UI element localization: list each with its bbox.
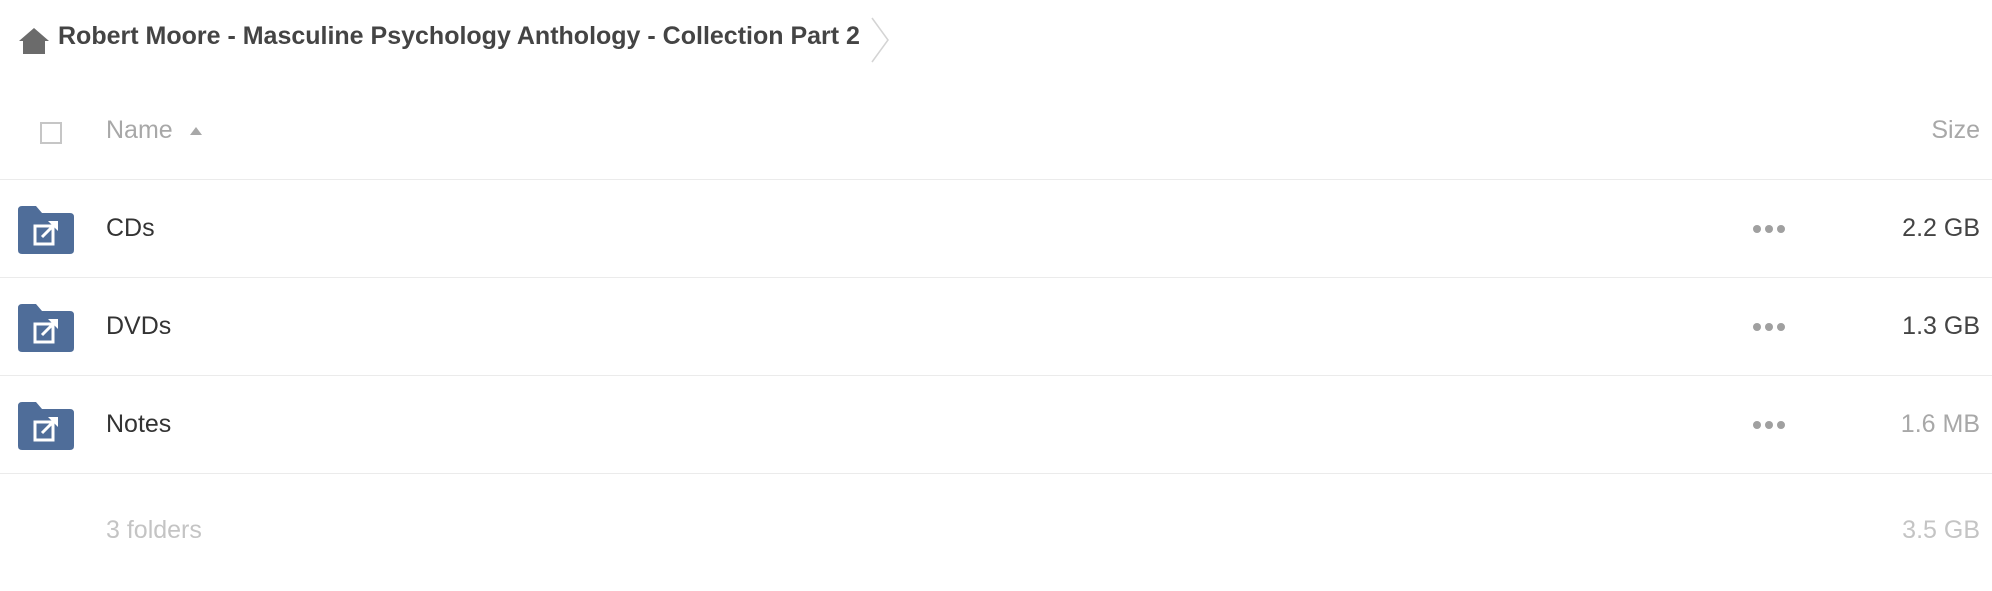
row-name[interactable]: DVDs	[106, 312, 171, 341]
row-name[interactable]: CDs	[106, 214, 155, 243]
shared-folder-icon	[18, 304, 74, 352]
more-icon[interactable]	[1752, 222, 1786, 236]
total-size: 3.5 GB	[1902, 516, 1980, 544]
home-icon[interactable]	[18, 26, 50, 56]
more-icon[interactable]	[1752, 418, 1786, 432]
row-size: 1.3 GB	[1902, 312, 1980, 340]
sort-ascending-icon[interactable]	[189, 126, 203, 136]
table-row[interactable]: Notes 1.6 MB	[0, 376, 1992, 474]
shared-folder-icon	[18, 206, 74, 254]
row-size: 1.6 MB	[1900, 410, 1980, 438]
table-row[interactable]: DVDs 1.3 GB	[0, 278, 1992, 376]
breadcrumb-current-folder[interactable]: Robert Moore - Masculine Psychology Anth…	[58, 22, 860, 51]
column-header-name[interactable]: Name	[106, 116, 173, 145]
shared-folder-icon	[18, 402, 74, 450]
row-name[interactable]: Notes	[106, 410, 171, 439]
column-header-size[interactable]: Size	[1931, 116, 1980, 145]
row-size: 2.2 GB	[1902, 214, 1980, 242]
table-header: Name Size	[0, 82, 1992, 180]
table-row[interactable]: CDs 2.2 GB	[0, 180, 1992, 278]
more-icon[interactable]	[1752, 320, 1786, 334]
breadcrumb: Robert Moore - Masculine Psychology Anth…	[0, 0, 1992, 82]
select-all-checkbox[interactable]	[40, 122, 62, 144]
folder-count: 3 folders	[106, 516, 202, 544]
chevron-right-icon	[871, 17, 889, 63]
table-summary: 3 folders 3.5 GB	[0, 474, 1992, 572]
